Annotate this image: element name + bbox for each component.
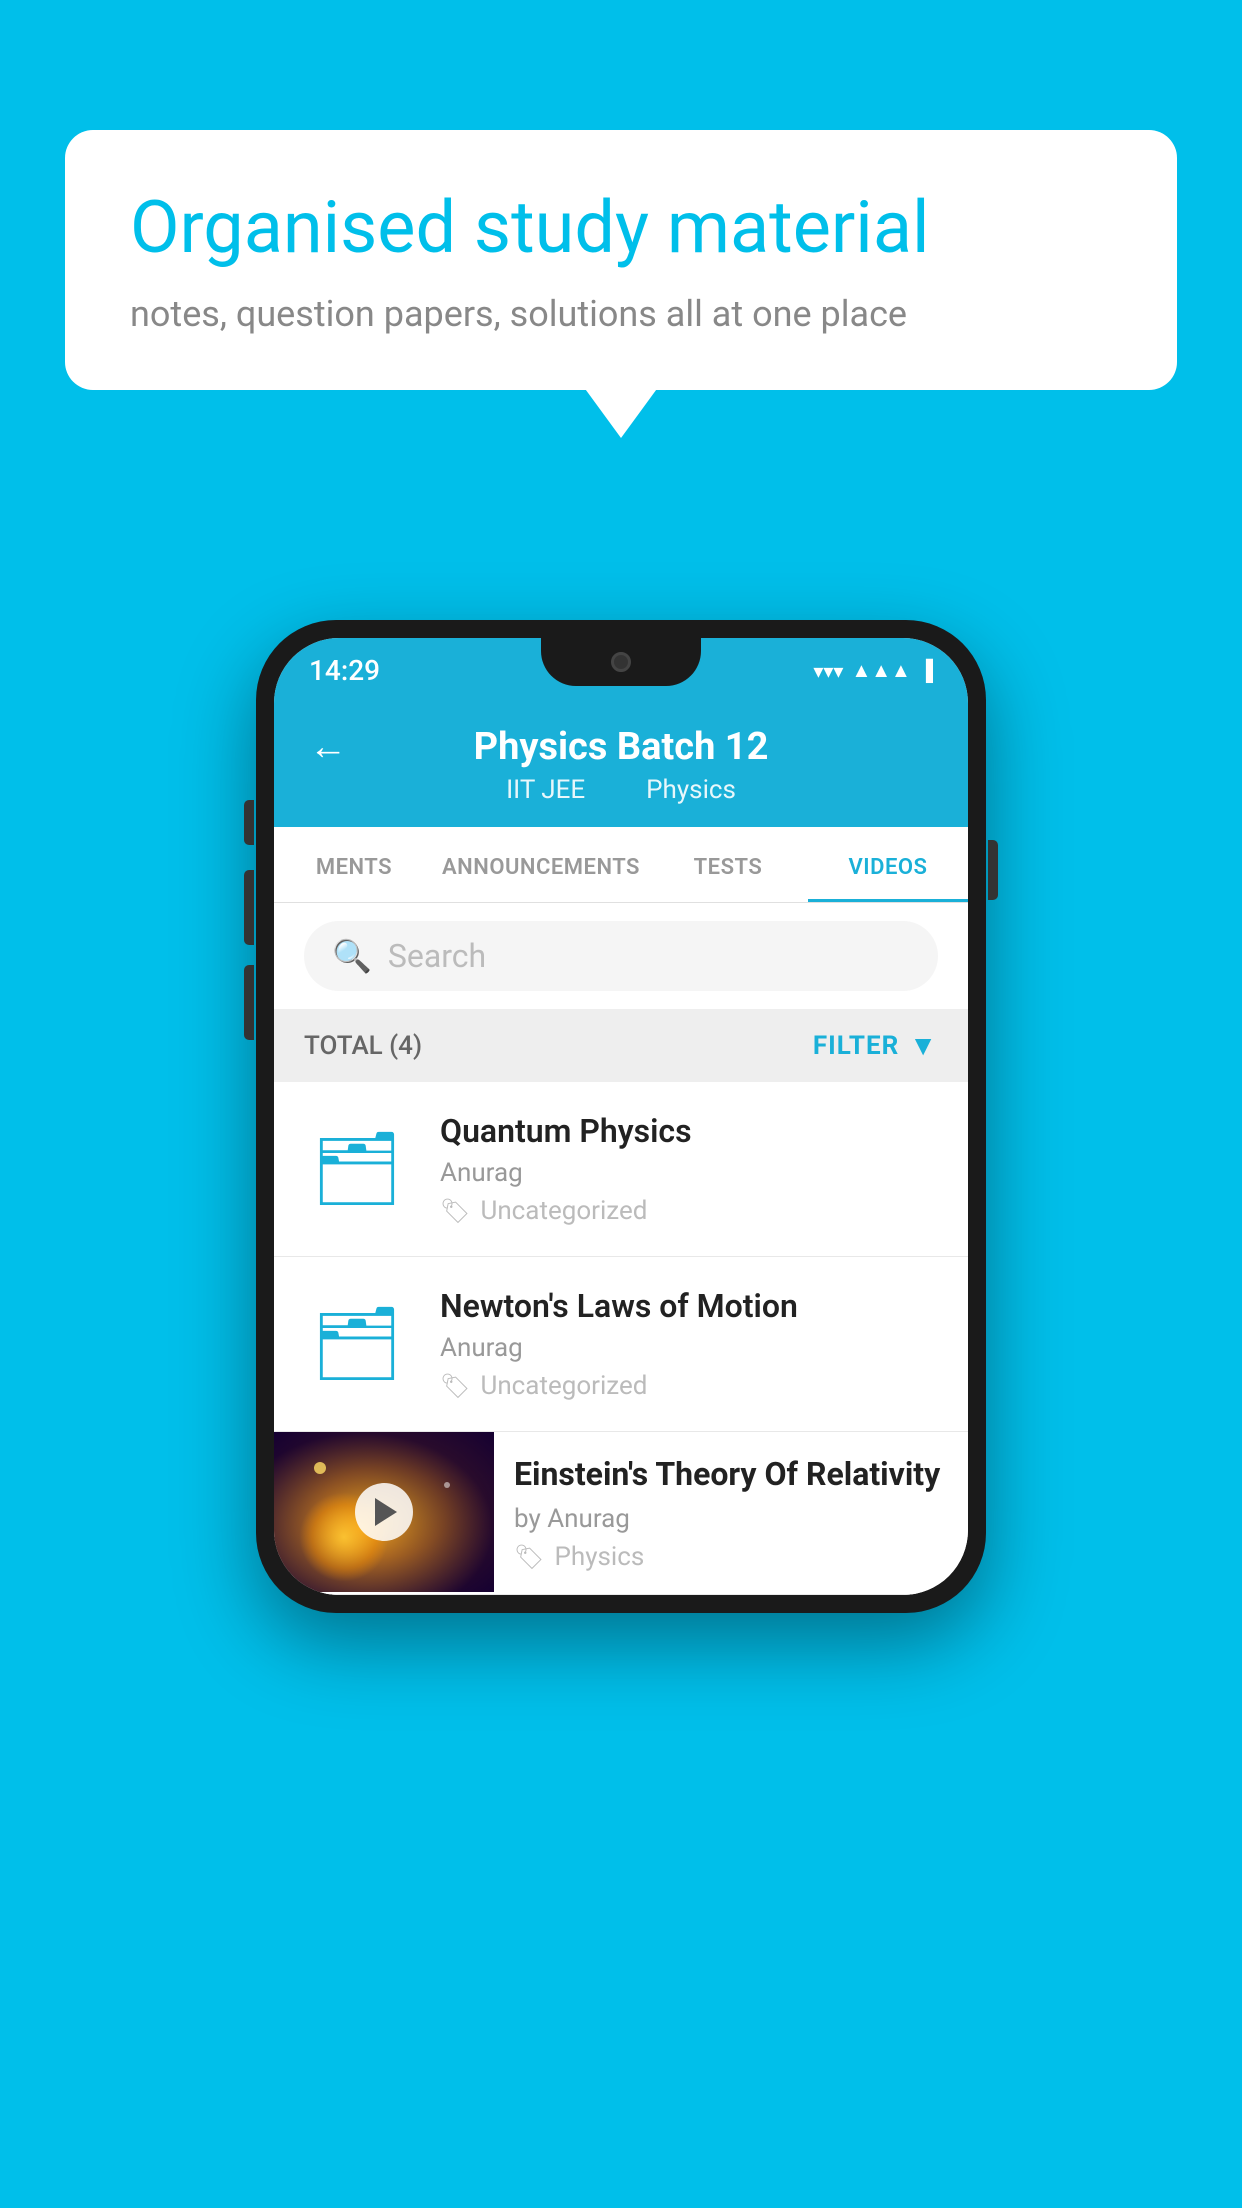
- tab-videos[interactable]: VIDEOS: [808, 827, 968, 902]
- folder-icon: 🗂: [311, 1133, 402, 1205]
- header-tag-iitjee: IIT JEE: [506, 775, 585, 805]
- bubble-title: Organised study material: [130, 185, 1112, 271]
- total-count: TOTAL (4): [304, 1031, 422, 1061]
- tab-tests[interactable]: TESTS: [648, 827, 808, 902]
- video-title: Quantum Physics: [440, 1112, 940, 1150]
- header-tags: IIT JEE Physics: [506, 775, 736, 805]
- video-title: Einstein's Theory Of Relativity: [514, 1454, 948, 1496]
- video-author: Anurag: [440, 1333, 940, 1363]
- tag-icon: 🏷: [440, 1372, 470, 1400]
- wifi-icon: ▾▾▾: [813, 659, 843, 683]
- video-tag-row: 🏷 Physics: [514, 1542, 948, 1572]
- header-tag-physics: Physics: [646, 775, 736, 805]
- header-row: ← Physics Batch 12: [309, 725, 933, 769]
- list-item[interactable]: 🗂 Quantum Physics Anurag 🏷 Uncategorized: [274, 1082, 968, 1257]
- search-placeholder: Search: [388, 937, 486, 975]
- video-tag-row: 🏷 Uncategorized: [440, 1196, 940, 1226]
- video-title: Newton's Laws of Motion: [440, 1287, 940, 1325]
- power-button: [988, 840, 998, 900]
- filter-bar: TOTAL (4) FILTER ▼: [274, 1009, 968, 1082]
- play-icon: [375, 1498, 397, 1526]
- filter-icon: ▼: [909, 1029, 938, 1062]
- mute-button: [244, 800, 254, 845]
- video-item-icon: 🗂: [302, 1289, 412, 1399]
- speech-bubble-area: Organised study material notes, question…: [65, 130, 1177, 390]
- video-info: Einstein's Theory Of Relativity by Anura…: [494, 1432, 968, 1594]
- video-author: Anurag: [440, 1158, 940, 1188]
- video-info: Newton's Laws of Motion Anurag 🏷 Uncateg…: [440, 1287, 940, 1401]
- video-author: by Anurag: [514, 1504, 948, 1534]
- video-list: 🗂 Quantum Physics Anurag 🏷 Uncategorized: [274, 1082, 968, 1595]
- camera: [611, 652, 631, 672]
- header-title: Physics Batch 12: [474, 725, 769, 769]
- status-time: 14:29: [309, 654, 380, 687]
- volume-down-button: [244, 965, 254, 1040]
- tab-announcements[interactable]: ANNOUNCEMENTS: [434, 827, 648, 902]
- volume-up-button: [244, 870, 254, 945]
- filter-label: FILTER: [813, 1031, 899, 1061]
- tag-icon: 🏷: [440, 1197, 470, 1225]
- folder-icon: 🗂: [311, 1308, 402, 1380]
- phone-screen: 14:29 ▾▾▾ ▲▲▲ ▐ ← Physics Batch 12 IIT J…: [274, 638, 968, 1595]
- back-button[interactable]: ←: [309, 725, 347, 769]
- header-tag-sep: [609, 775, 622, 805]
- tab-ments[interactable]: MENTS: [274, 827, 434, 902]
- status-bar: 14:29 ▾▾▾ ▲▲▲ ▐: [274, 638, 968, 703]
- search-box[interactable]: 🔍 Search: [304, 921, 938, 991]
- notch: [541, 638, 701, 686]
- app-header: ← Physics Batch 12 IIT JEE Physics: [274, 703, 968, 827]
- search-area: 🔍 Search: [274, 903, 968, 1009]
- video-tag: Uncategorized: [480, 1196, 647, 1226]
- phone-outer: 14:29 ▾▾▾ ▲▲▲ ▐ ← Physics Batch 12 IIT J…: [256, 620, 986, 1613]
- tabs-bar: MENTS ANNOUNCEMENTS TESTS VIDEOS: [274, 827, 968, 903]
- video-thumbnail: [274, 1432, 494, 1592]
- video-item-icon: 🗂: [302, 1114, 412, 1224]
- video-tag: Physics: [554, 1542, 644, 1572]
- list-item[interactable]: Einstein's Theory Of Relativity by Anura…: [274, 1432, 968, 1595]
- search-icon: 🔍: [332, 937, 372, 975]
- phone-mockup: 14:29 ▾▾▾ ▲▲▲ ▐ ← Physics Batch 12 IIT J…: [256, 620, 986, 1613]
- list-item[interactable]: 🗂 Newton's Laws of Motion Anurag 🏷 Uncat…: [274, 1257, 968, 1432]
- video-tag: Uncategorized: [480, 1371, 647, 1401]
- battery-icon: ▐: [919, 658, 933, 683]
- bubble-subtitle: notes, question papers, solutions all at…: [130, 293, 1112, 335]
- status-icons: ▾▾▾ ▲▲▲ ▐: [813, 658, 933, 683]
- play-button[interactable]: [355, 1483, 413, 1541]
- video-info: Quantum Physics Anurag 🏷 Uncategorized: [440, 1112, 940, 1226]
- tag-icon: 🏷: [514, 1543, 544, 1571]
- video-tag-row: 🏷 Uncategorized: [440, 1371, 940, 1401]
- filter-button[interactable]: FILTER ▼: [813, 1029, 938, 1062]
- speech-bubble: Organised study material notes, question…: [65, 130, 1177, 390]
- signal-icon: ▲▲▲: [851, 658, 910, 683]
